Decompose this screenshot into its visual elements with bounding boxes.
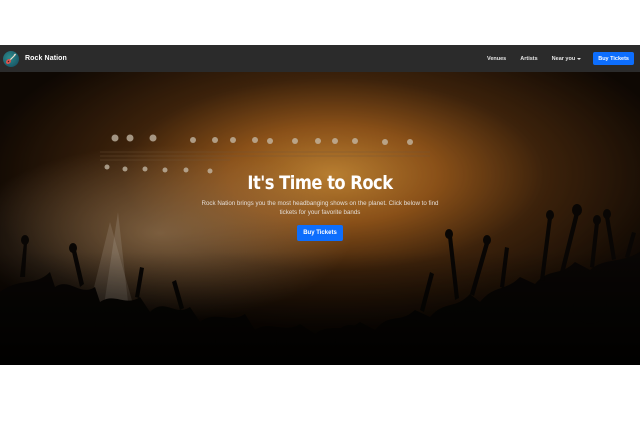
brand-link[interactable]: Rock Nation [3, 50, 67, 67]
caret-down-icon [577, 57, 582, 60]
hero-section: It's Time to Rock Rock Nation brings you… [0, 72, 640, 365]
hero-description: Rock Nation brings you the most headbang… [201, 200, 439, 216]
guitar-icon [3, 50, 19, 67]
hero-title: It's Time to Rock [247, 172, 393, 194]
nav-links: Venues Artists Near you Buy Tickets [473, 52, 634, 65]
hero-buy-tickets-button[interactable]: Buy Tickets [297, 225, 343, 241]
page: Rock Nation Venues Artists Near you Buy … [0, 0, 640, 425]
hero-content: It's Time to Rock Rock Nation brings you… [0, 171, 640, 241]
nav-dropdown-near-you[interactable]: Near you [552, 56, 582, 62]
brand-name: Rock Nation [25, 55, 67, 62]
navbar: Rock Nation Venues Artists Near you Buy … [0, 45, 640, 72]
nav-link-venues[interactable]: Venues [487, 56, 506, 62]
nav-buy-tickets-button[interactable]: Buy Tickets [593, 52, 634, 65]
nav-link-artists[interactable]: Artists [520, 56, 537, 62]
nav-link-near-you-label: Near you [551, 55, 576, 62]
